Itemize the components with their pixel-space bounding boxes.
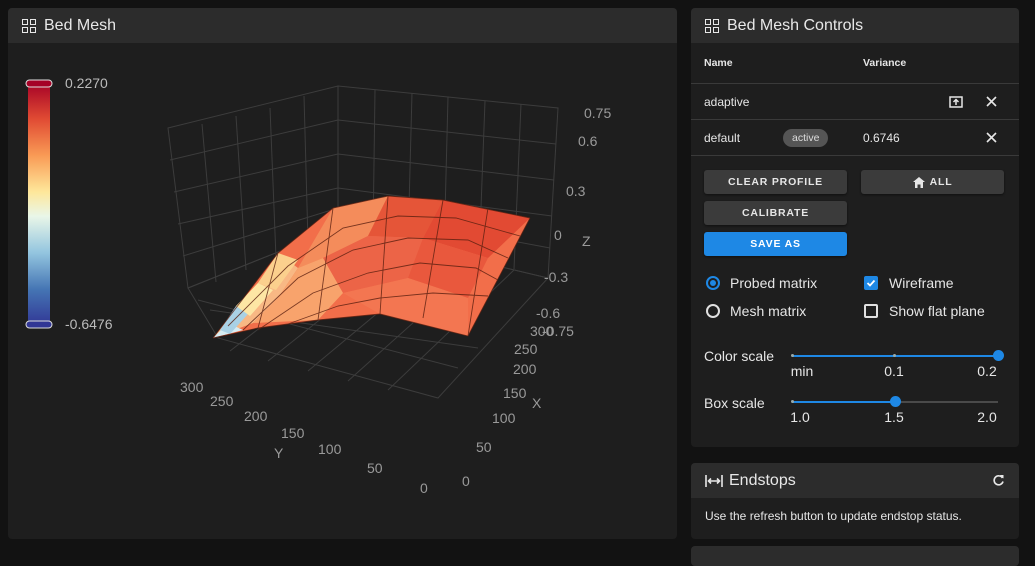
checkbox-unchecked[interactable] [864, 304, 878, 318]
column-variance: Variance [863, 57, 907, 69]
z-tick: 0 [554, 227, 562, 243]
y-tick: 300 [180, 379, 204, 395]
x-tick: 300 [530, 323, 554, 339]
slider-tick [893, 354, 896, 357]
box-scale-tick-label: 1.0 [790, 409, 810, 425]
grid-icon [705, 18, 719, 33]
wireframe-checkbox[interactable]: Wireframe [864, 275, 954, 291]
checkbox-checked[interactable] [864, 276, 878, 290]
mesh-matrix-radio[interactable]: Mesh matrix [706, 303, 806, 319]
home-icon [912, 176, 925, 188]
color-scale-label: Color scale [704, 348, 775, 364]
endstops-card: Endstops Use the refresh button to updat… [691, 463, 1019, 539]
y-axis-ticks: 300 250 200 150 100 50 0 Y [180, 379, 428, 496]
close-icon[interactable] [982, 93, 1000, 111]
show-flat-plane-checkbox[interactable]: Show flat plane [864, 303, 985, 319]
active-badge: active [783, 128, 829, 147]
x-axis-label: X [532, 395, 542, 411]
y-tick: 0 [420, 480, 428, 496]
wireframe-label: Wireframe [889, 275, 954, 291]
x-tick: 100 [492, 410, 516, 426]
radio-unselected[interactable] [706, 304, 720, 318]
bed-mesh-title: Bed Mesh [44, 16, 117, 34]
refresh-icon[interactable] [992, 474, 1005, 487]
slider-tick [791, 400, 794, 403]
y-tick: 50 [367, 460, 383, 476]
box-scale-label: Box scale [704, 395, 765, 411]
probed-matrix-label: Probed matrix [730, 275, 818, 291]
color-scale-bar [25, 79, 53, 329]
bed-mesh-card: Bed Mesh 0.2270 -0.6476 0.75 0.6 0.3 0 -… [8, 8, 677, 539]
colorbar-min-handle [25, 320, 53, 329]
slider-tick [791, 354, 794, 357]
calibrate-button[interactable]: CALIBRATE [704, 201, 847, 225]
controls-title: Bed Mesh Controls [727, 16, 864, 34]
profiles-table: Name Variance adaptive default active 0.… [691, 43, 1019, 156]
bed-mesh-header: Bed Mesh [8, 8, 677, 43]
box-scale-fill [792, 401, 895, 403]
save-as-button[interactable]: SAVE AS [704, 232, 847, 256]
box-scale-tick-label: 1.5 [884, 409, 904, 425]
x-tick: 150 [503, 385, 527, 401]
y-tick: 200 [244, 408, 268, 424]
table-header: Name Variance [691, 43, 1019, 84]
z-tick: -0.3 [544, 269, 568, 285]
x-tick: 0 [462, 473, 470, 489]
z-tick: -0.6 [536, 305, 560, 321]
home-all-label: ALL [929, 176, 953, 188]
probed-matrix-radio[interactable]: Probed matrix [706, 275, 817, 291]
column-name: Name [704, 57, 733, 69]
next-card-header [691, 546, 1019, 566]
y-tick: 250 [210, 393, 234, 409]
z-tick: 0.75 [584, 105, 611, 121]
bed-mesh-controls-card: Bed Mesh Controls Name Variance adaptive… [691, 8, 1019, 447]
refresh-button[interactable] [992, 474, 1005, 487]
bed-mesh-3d-plot[interactable]: 0.75 0.6 0.3 0 -0.3 -0.6 -0.75 Z 300 250… [158, 68, 638, 508]
profile-name: default [704, 130, 741, 145]
endstops-header: Endstops [691, 463, 1019, 498]
arrow-expand-horizontal-icon [705, 474, 723, 487]
grid-icon [22, 18, 36, 33]
z-axis-label: Z [582, 233, 591, 249]
x-tick: 250 [514, 341, 538, 357]
box-scale-thumb[interactable] [889, 396, 901, 407]
colorbar-max-label: 0.2270 [65, 75, 108, 91]
x-tick: 200 [513, 361, 537, 377]
color-scale-tick-label: 0.2 [977, 363, 997, 379]
color-scale-thumb[interactable] [992, 350, 1004, 361]
home-all-button[interactable]: ALL [861, 170, 1004, 194]
colorbar-max-handle [25, 79, 53, 88]
profile-variance: 0.6746 [863, 130, 900, 145]
endstops-title: Endstops [729, 471, 796, 489]
x-tick: 50 [476, 439, 492, 455]
mesh-matrix-label: Mesh matrix [730, 303, 807, 319]
profile-row-adaptive: adaptive [691, 84, 1019, 120]
z-axis-ticks: 0.75 0.6 0.3 0 -0.3 -0.6 -0.75 Z [536, 105, 611, 339]
radio-selected[interactable] [706, 276, 720, 290]
z-tick: 0.6 [578, 133, 598, 149]
show-flat-plane-label: Show flat plane [889, 303, 985, 319]
controls-header: Bed Mesh Controls [691, 8, 1019, 43]
color-scale-tick-label: min [790, 363, 814, 379]
endstops-message: Use the refresh button to update endstop… [705, 509, 962, 523]
y-axis-label: Y [274, 445, 284, 461]
color-scale-tick-label: 0.1 [884, 363, 904, 379]
profile-row-default: default active 0.6746 [691, 120, 1019, 156]
y-tick: 100 [318, 441, 342, 457]
colorbar-min-label: -0.6476 [65, 316, 113, 332]
clear-profile-button[interactable]: CLEAR PROFILE [704, 170, 847, 194]
close-icon[interactable] [982, 129, 1000, 147]
z-tick: 0.3 [566, 183, 586, 199]
box-scale-tick-label: 2.0 [977, 409, 997, 425]
load-profile-icon[interactable] [947, 93, 965, 111]
y-tick: 150 [281, 425, 305, 441]
profile-name: adaptive [704, 94, 750, 109]
